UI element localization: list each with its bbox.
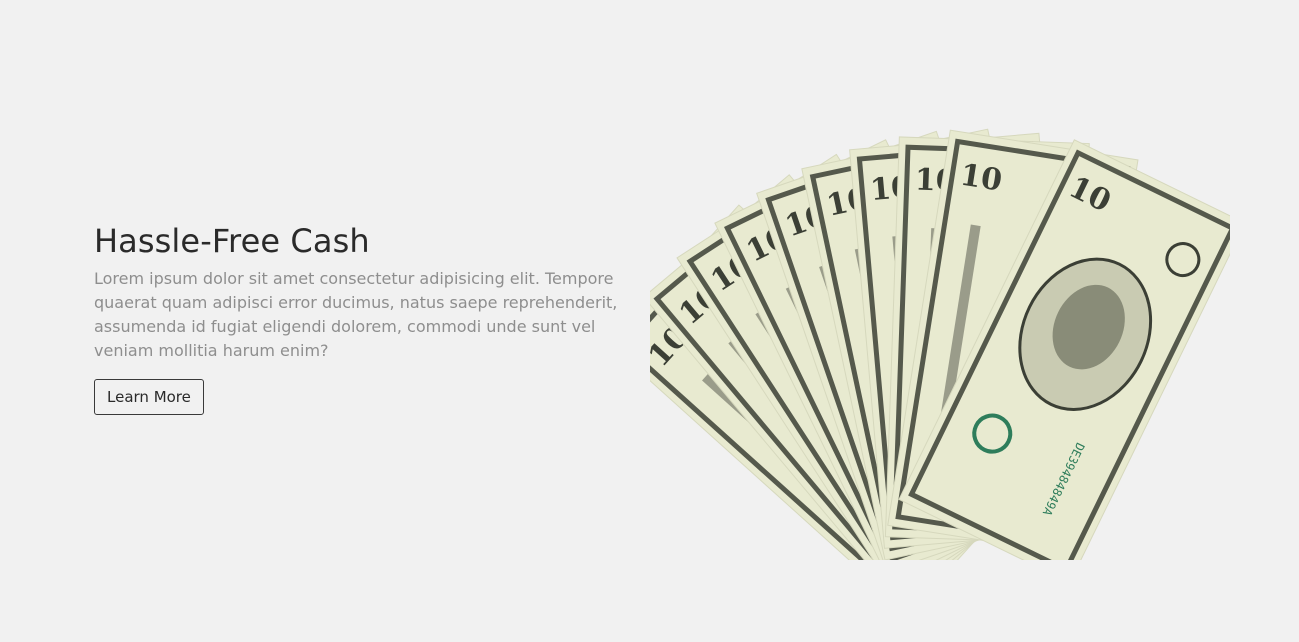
hero-section: Hassle-Free Cash Lorem ipsum dolor sit a…: [0, 0, 1299, 642]
hero-title: Hassle-Free Cash: [94, 222, 370, 260]
learn-more-button[interactable]: Learn More: [94, 379, 204, 415]
hero-description: Lorem ipsum dolor sit amet consectetur a…: [94, 269, 618, 360]
hero-text: Hassle-Free Cash Lorem ipsum dolor sit a…: [94, 221, 634, 415]
money-fan-image: 10101010101010 10 10 10DE39484849A: [650, 128, 1230, 560]
svg-text:10: 10: [958, 158, 1005, 199]
bill-fan: 10101010101010 10 10 10DE39484849A: [650, 128, 1230, 560]
